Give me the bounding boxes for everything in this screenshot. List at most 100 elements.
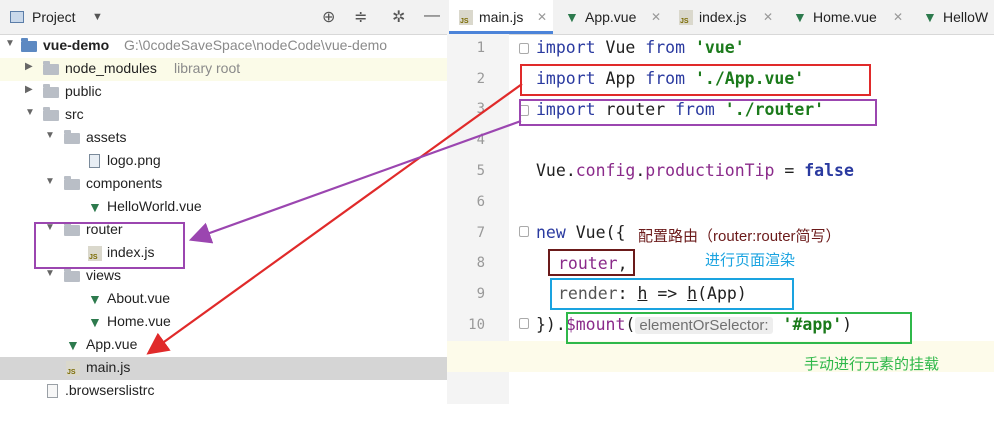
tree-item-vue-demo[interactable]: ▼ vue-demo G:\0codeSaveSpace\nodeCode\vu…: [0, 35, 447, 58]
string-literal: 'vue': [685, 38, 745, 57]
tab-app-vue[interactable]: ▼ App.vue ✕: [555, 0, 667, 34]
line-number: 1: [476, 40, 485, 56]
keyword: from: [645, 38, 686, 57]
line-number: 6: [476, 194, 485, 210]
tree-item-label: views: [86, 267, 122, 283]
collapse-icon[interactable]: ≑: [354, 7, 367, 27]
line-number: 3: [476, 101, 485, 117]
code-line-7[interactable]: new Vue({: [536, 223, 625, 242]
annotation-render-page: 进行页面渲染: [705, 252, 796, 269]
tree-item-label: Home.vue: [107, 313, 171, 329]
folder-icon: [43, 61, 59, 75]
minimize-icon[interactable]: —: [424, 7, 440, 25]
tree-item-label: src: [65, 106, 84, 122]
line-number: 10: [468, 317, 485, 333]
vue-file-icon: ▼: [88, 314, 102, 330]
vue-file-icon: ▼: [793, 9, 807, 25]
code-line-1[interactable]: import Vue from 'vue': [536, 38, 745, 57]
tree-item-label: main.js: [86, 359, 131, 375]
gear-icon[interactable]: ✲: [392, 7, 405, 27]
identifier: Vue: [595, 38, 646, 57]
punctuation: .: [635, 161, 646, 180]
vue-file-icon: ▼: [565, 9, 579, 25]
tab-home-vue[interactable]: ▼ Home.vue ✕: [783, 0, 909, 34]
tree-item-label: vue-demo: [43, 37, 110, 53]
keyword: new: [536, 223, 566, 242]
code-line-5[interactable]: Vue.config.productionTip = false: [536, 161, 854, 180]
tab-label: HelloW: [943, 9, 989, 25]
project-view-icon: [10, 11, 24, 23]
folder-icon: [64, 268, 80, 282]
tree-item-app-vue[interactable]: ▼ App.vue: [0, 334, 447, 357]
collapse-arrow-icon[interactable]: ▶: [25, 84, 33, 95]
annotation-box-import-app: [520, 64, 871, 96]
close-icon[interactable]: ✕: [763, 10, 773, 24]
tree-item-label: components: [86, 175, 163, 191]
tree-item-helloworld-vue[interactable]: ▼ HelloWorld.vue: [0, 196, 447, 219]
js-file-icon: [66, 361, 80, 376]
tab-label: App.vue: [585, 9, 637, 25]
tree-item-label: HelloWorld.vue: [107, 198, 202, 214]
operator: =: [774, 161, 805, 180]
annotation-route-config: 配置路由（router:router简写）: [638, 228, 841, 245]
tree-item-label: About.vue: [107, 290, 171, 306]
tree-item-main-js[interactable]: main.js: [0, 357, 447, 380]
fold-marker-icon[interactable]: [519, 43, 529, 54]
image-file-icon: [89, 154, 100, 168]
tree-item-components[interactable]: ▼ components: [0, 173, 447, 196]
punctuation: .: [565, 161, 576, 180]
tab-helloworld-vue[interactable]: ▼ HelloW: [913, 0, 994, 34]
tab-label: Home.vue: [813, 9, 877, 25]
project-view-selector[interactable]: Project: [32, 9, 76, 25]
tree-item-node-modules[interactable]: ▶ node_modules library root: [0, 58, 447, 81]
folder-icon: [43, 84, 59, 98]
tree-item-label: App.vue: [86, 336, 138, 352]
library-root-hint: library root: [174, 60, 241, 76]
tree-item-src[interactable]: ▼ src: [0, 104, 447, 127]
expand-arrow-icon[interactable]: ▼: [45, 268, 55, 279]
text-file-icon: [47, 384, 58, 398]
project-path: G:\0codeSaveSpace\nodeCode\vue-demo: [124, 37, 388, 53]
fold-marker-icon[interactable]: [519, 226, 529, 237]
collapse-arrow-icon[interactable]: ▶: [25, 61, 33, 72]
punctuation: }).: [536, 315, 566, 334]
close-icon[interactable]: ✕: [893, 10, 903, 24]
expand-arrow-icon[interactable]: ▼: [25, 107, 35, 118]
js-file-icon: [459, 10, 473, 25]
tree-item-home-vue[interactable]: ▼ Home.vue: [0, 311, 447, 334]
tab-label: main.js: [479, 9, 524, 25]
identifier: Vue: [536, 161, 566, 180]
tree-item-public[interactable]: ▶ public: [0, 81, 447, 104]
line-number: 4: [476, 132, 485, 148]
line-number: 2: [476, 71, 485, 87]
annotation-box-import-router: [519, 99, 877, 126]
expand-arrow-icon[interactable]: ▼: [45, 130, 55, 141]
tree-item-logo-png[interactable]: logo.png: [0, 150, 447, 173]
chevron-down-icon[interactable]: ▼: [92, 11, 103, 23]
expand-arrow-icon[interactable]: ▼: [5, 38, 15, 49]
tree-item-label: public: [65, 83, 102, 99]
close-icon[interactable]: ✕: [651, 10, 661, 24]
target-icon[interactable]: ⊕: [322, 7, 335, 27]
project-panel: Project ▼ ⊕ ≑ ✲ — ▼ vue-demo G:\0codeSav…: [0, 0, 447, 428]
tree-item-browserslistrc[interactable]: .browserslistrc: [0, 380, 447, 403]
tab-index-js[interactable]: index.js ✕: [669, 0, 779, 34]
tree-item-assets[interactable]: ▼ assets: [0, 127, 447, 150]
tab-label: index.js: [699, 9, 747, 25]
fold-marker-icon[interactable]: [519, 318, 529, 329]
js-file-icon: [679, 10, 693, 25]
tab-main-js[interactable]: main.js ✕: [449, 0, 553, 34]
line-number: 8: [476, 255, 485, 271]
vue-file-icon: ▼: [66, 337, 80, 353]
folder-icon: [64, 176, 80, 190]
project-folder-icon: [21, 38, 37, 52]
editor-tab-bar: main.js ✕ ▼ App.vue ✕ index.js ✕ ▼ Home.…: [447, 0, 994, 35]
tree-item-label: node_modules: [65, 60, 157, 76]
expand-arrow-icon[interactable]: ▼: [45, 176, 55, 187]
tree-item-about-vue[interactable]: ▼ About.vue: [0, 288, 447, 311]
annotation-box-router-folder: [34, 222, 185, 269]
close-icon[interactable]: ✕: [537, 10, 547, 24]
vue-file-icon: ▼: [88, 199, 102, 215]
annotation-box-mount: [566, 312, 912, 344]
keyword: import: [536, 38, 596, 57]
